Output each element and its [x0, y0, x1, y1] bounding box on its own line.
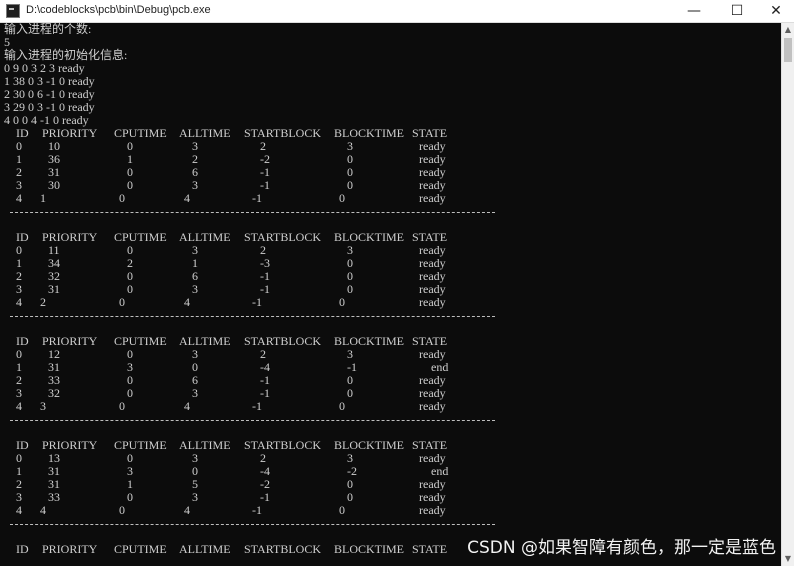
header-blocktime: BLOCKTIME	[334, 230, 404, 244]
header-blocktime: BLOCKTIME	[334, 542, 404, 556]
cell-state: ready	[419, 295, 446, 309]
cell-priority: 31	[48, 282, 60, 296]
cell-alltime: 3	[192, 386, 198, 400]
dashed-separator	[10, 212, 495, 213]
header-cputime: CPUTIME	[114, 542, 167, 556]
header-alltime: ALLTIME	[179, 542, 231, 556]
cell-alltime: 4	[184, 191, 190, 205]
cell-priority: 30	[48, 178, 60, 192]
cell-priority: 1	[40, 191, 46, 205]
cell-blocktime: 0	[347, 490, 353, 504]
cell-alltime: 3	[192, 490, 198, 504]
header-blocktime: BLOCKTIME	[334, 438, 404, 452]
cell-blocktime: 0	[339, 503, 345, 517]
console-output[interactable]: 输入进程的个数: 5 输入进程的初始化信息: 0 9 0 3 2 3 ready 1 3…	[0, 23, 781, 566]
cell-priority: 3	[40, 399, 46, 413]
cell-alltime: 4	[184, 295, 190, 309]
cell-cputime: 0	[127, 386, 133, 400]
close-button[interactable]: ✕	[756, 0, 794, 22]
header-cputime: CPUTIME	[114, 230, 167, 244]
cell-id: 4	[16, 399, 22, 413]
cell-cputime: 0	[119, 399, 125, 413]
header-startblock: STARTBLOCK	[244, 334, 321, 348]
header-cputime: CPUTIME	[114, 438, 167, 452]
window-titlebar: D:\codeblocks\pcb\bin\Debug\pcb.exe — ☐ …	[0, 0, 794, 23]
cell-state: ready	[419, 399, 446, 413]
cell-startblock: -1	[252, 503, 262, 517]
cell-priority: 4	[40, 503, 46, 517]
header-blocktime: BLOCKTIME	[334, 126, 404, 140]
cell-startblock: -1	[252, 399, 262, 413]
prompt-process-count: 输入进程的个数:	[4, 23, 92, 36]
header-state: STATE	[412, 542, 448, 556]
header-startblock: STARTBLOCK	[244, 230, 321, 244]
scroll-thumb[interactable]	[784, 38, 792, 62]
cell-blocktime: 0	[339, 191, 345, 205]
header-priority: PRIORITY	[42, 542, 98, 556]
header-cputime: CPUTIME	[114, 334, 167, 348]
dashed-separator	[10, 524, 495, 525]
console-app-icon	[6, 4, 20, 18]
cell-id: 4	[16, 295, 22, 309]
header-alltime: ALLTIME	[179, 334, 231, 348]
cell-blocktime: 0	[339, 399, 345, 413]
cell-blocktime: 0	[339, 295, 345, 309]
header-alltime: ALLTIME	[179, 438, 231, 452]
header-blocktime: BLOCKTIME	[334, 334, 404, 348]
cell-cputime: 0	[127, 178, 133, 192]
dashed-separator	[10, 316, 495, 317]
cell-blocktime: 0	[347, 386, 353, 400]
cell-priority: 33	[48, 490, 60, 504]
cell-blocktime: 0	[347, 178, 353, 192]
cell-cputime: 0	[119, 295, 125, 309]
cell-priority: 32	[48, 386, 60, 400]
cell-startblock: -1	[252, 191, 262, 205]
cell-blocktime: 0	[347, 282, 353, 296]
scroll-down-arrow-icon[interactable]: ▼	[782, 552, 794, 566]
cell-priority: 2	[40, 295, 46, 309]
cell-id: 4	[16, 503, 22, 517]
header-cputime: CPUTIME	[114, 126, 167, 140]
cell-alltime: 4	[184, 503, 190, 517]
cell-cputime: 0	[127, 282, 133, 296]
window-title: D:\codeblocks\pcb\bin\Debug\pcb.exe	[26, 4, 211, 16]
cell-alltime: 3	[192, 282, 198, 296]
watermark: CSDN @如果智障有颜色，那一定是蓝色	[467, 538, 776, 558]
header-startblock: STARTBLOCK	[244, 542, 321, 556]
dashed-separator	[10, 420, 495, 421]
cell-state: ready	[419, 191, 446, 205]
cell-cputime: 0	[127, 490, 133, 504]
header-alltime: ALLTIME	[179, 230, 231, 244]
minimize-button[interactable]: —	[674, 0, 714, 22]
cell-state: ready	[419, 503, 446, 517]
cell-startblock: -1	[252, 295, 262, 309]
header-alltime: ALLTIME	[179, 126, 231, 140]
header-startblock: STARTBLOCK	[244, 126, 321, 140]
cell-cputime: 0	[119, 191, 125, 205]
maximize-button[interactable]: ☐	[717, 0, 757, 22]
header-id: ID	[16, 542, 29, 556]
cell-alltime: 3	[192, 178, 198, 192]
cell-id: 4	[16, 191, 22, 205]
scroll-up-arrow-icon[interactable]: ▲	[782, 23, 794, 37]
vertical-scrollbar[interactable]: ▲ ▼	[781, 23, 794, 566]
header-startblock: STARTBLOCK	[244, 438, 321, 452]
cell-alltime: 4	[184, 399, 190, 413]
cell-cputime: 0	[119, 503, 125, 517]
